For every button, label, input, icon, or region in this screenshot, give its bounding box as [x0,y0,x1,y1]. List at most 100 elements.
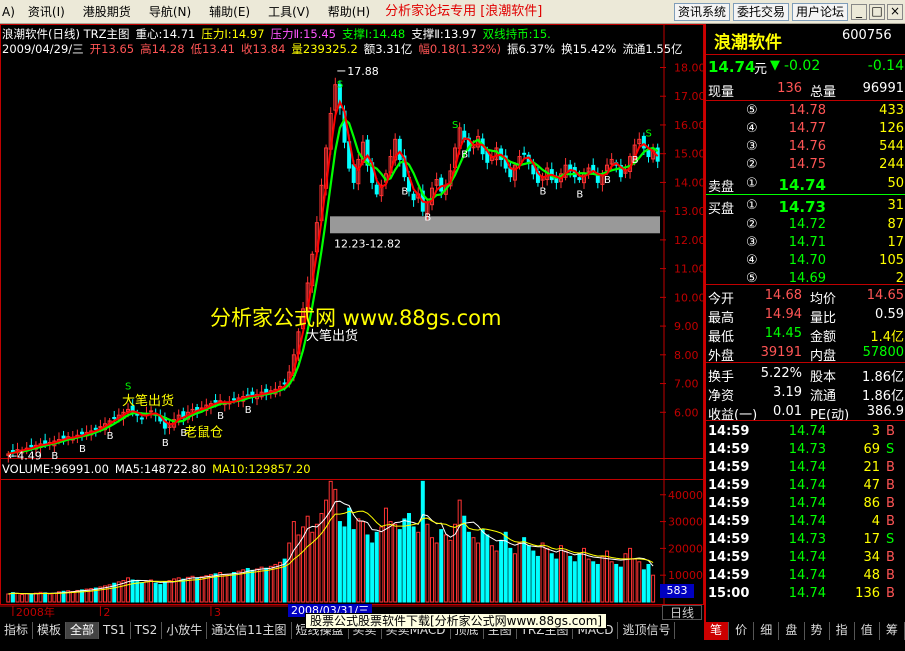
volume-bar [195,577,200,603]
tick-price: 14.74 [788,478,826,493]
x-tick-label: 2 [103,606,110,619]
volume-bar [29,593,34,603]
menu-item-4[interactable]: 工具(V) [259,0,319,24]
maximize-icon[interactable]: □ [869,3,885,20]
label: 卖盘 [708,180,735,195]
tick-volume: 4 [871,514,880,529]
level: ⑤ [746,103,758,118]
tick-price: 14.74 [788,424,826,439]
period-button[interactable]: 日线 [662,605,702,620]
quote-tab-5[interactable]: 指 [830,622,855,640]
volume-bar [480,529,485,603]
bid-row: ② 14.72 87 [706,217,905,235]
quote-tab-6[interactable]: 值 [855,622,880,640]
level: ③ [746,139,758,154]
panel-divider [706,100,905,101]
volume-bar [319,513,324,603]
volume-bar [586,558,591,603]
volume-bar [646,563,651,603]
volume-bar [52,592,57,603]
volume-bar [172,578,177,603]
volume-bar [273,563,278,603]
value: 57800 [862,345,904,360]
volume-bar [485,534,490,603]
info-field: 低13.41 [190,42,235,56]
y-tick-label: 13.00 [674,205,704,218]
buy-marker: B [576,190,583,201]
indicator-tab-4[interactable]: TS2 [131,622,163,639]
tick-volume: 86 [863,496,880,511]
indicator-tab-3[interactable]: TS1 [99,622,131,639]
quote-tab-3[interactable]: 盘 [779,622,805,640]
volume-bar [43,592,48,603]
price-row: 14.74 元 ▼ -0.02 -0.14 [706,58,905,77]
buy-marker: B [51,451,58,462]
sys-button-0[interactable]: 资讯系统 [673,2,730,21]
candle-body [397,138,402,160]
ask-price: 14.78 [788,103,826,118]
info-field: 幅0.18(1.32%) [418,42,502,56]
info-field: 压力Ⅰ:14.97 [201,27,265,41]
chuhuo-label-1: 大笔出货 [122,393,174,409]
indicator-tab-0[interactable]: 指标 [0,622,34,639]
volume-bar [614,563,619,603]
minimize-icon[interactable]: _ [851,3,867,20]
indicator-tab-5[interactable]: 小放牛 [162,622,208,639]
candle-body [149,410,154,413]
ma-red-line [8,99,659,455]
volume-bar [512,553,517,603]
x-tick-label: 2008年 [16,605,55,619]
volume-bar [245,567,250,603]
menu-item-5[interactable]: 帮助(H) [319,0,379,24]
value: 39191 [760,345,802,360]
indicator-tab-2[interactable]: 全部 [66,622,100,639]
indicator-tab-1[interactable]: 模板 [33,622,67,639]
bid-row: ③ 14.71 17 [706,235,905,253]
volume-bar [328,480,333,603]
volume-bar [231,572,236,603]
volume-bar [641,569,646,603]
volume-bar [255,568,260,603]
volume-bar [144,580,149,603]
quote-tab-4[interactable]: 势 [805,622,830,640]
volume-bar [291,521,296,603]
quote-tab-2[interactable]: 细 [754,622,780,640]
close-icon[interactable]: × [887,3,903,20]
sys-button-2[interactable]: 用户论坛 [791,2,848,21]
volume-bar [466,531,471,603]
y-tick-label: 9.00 [674,320,699,333]
indicator-tab-6[interactable]: 通达信11主图 [207,622,292,639]
value: 136 [777,81,802,96]
tick-price: 14.74 [788,460,826,475]
menu-item-1[interactable]: 港股期货 [74,0,140,24]
volume-bar [651,574,656,603]
y-tick-label: 11.00 [674,263,704,276]
volume-bar [15,592,20,603]
volume-bar [20,593,25,603]
menu-item-0[interactable]: 资讯(I) [19,0,74,24]
sys-button-1[interactable]: 委托交易 [732,2,789,21]
quote-tab-0[interactable]: 笔 [704,622,730,640]
volume-bar [397,529,402,603]
buy-marker: B [540,187,547,198]
volume-bar [425,523,430,603]
volume-bar [33,592,38,603]
level: ③ [746,235,758,250]
ask-volume: 50 [887,176,904,191]
value: 3.19 [773,385,802,400]
candle-body [213,400,218,403]
quote-tab-1[interactable]: 价 [729,622,755,640]
ask-row: ③ 14.76 544 [706,139,905,157]
volume-bar [158,584,163,603]
stat2-row: 净资 3.19 流通 1.86亿 [706,385,905,404]
menu-stub[interactable]: A) [0,0,19,24]
volume-bar [213,573,218,603]
volume-bar [383,507,388,603]
indicator-tab-14[interactable]: 逃顶信号 [618,622,676,639]
menu-item-2[interactable]: 导航(N) [140,0,200,24]
info-field: MA5:148722.80 [114,462,207,476]
volume-bar [337,521,342,603]
menu-item-3[interactable]: 辅助(E) [200,0,259,24]
volume-bar [393,523,398,603]
quote-tab-7[interactable]: 筹 [880,622,905,640]
